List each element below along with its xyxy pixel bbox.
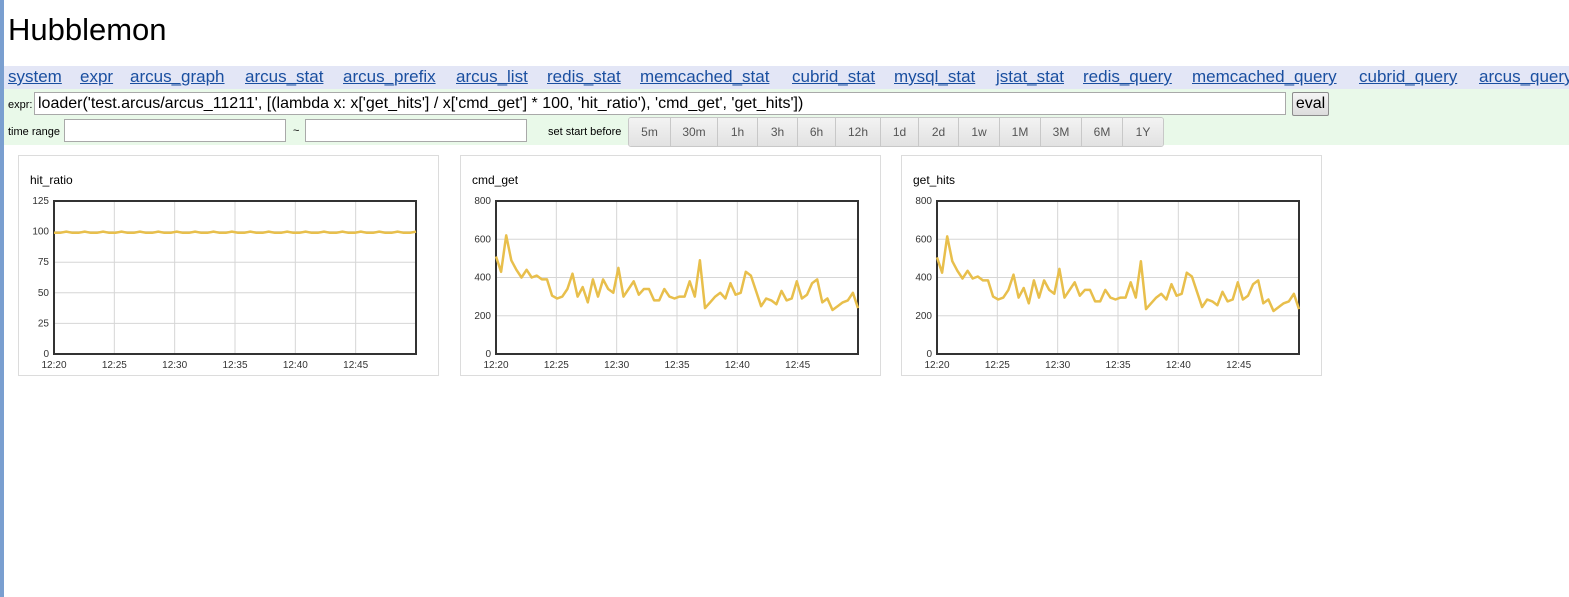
cmd-get-xtick-label: 12:20 <box>483 360 508 371</box>
range-button-1M[interactable]: 1M <box>1000 118 1041 146</box>
expr-label: expr: <box>8 99 33 111</box>
hit-ratio-xtick-label: 12:35 <box>222 360 247 371</box>
cmd-get-ytick-label: 200 <box>474 311 491 322</box>
range-button-2d[interactable]: 2d <box>919 118 959 146</box>
nav-link-arcus-prefix[interactable]: arcus_prefix <box>343 67 436 87</box>
range-button-1h[interactable]: 1h <box>718 118 758 146</box>
hit-ratio-chart: hit_ratio 0 25 50 75 100 125 12:20 12:25 12:30 12:… <box>30 173 417 371</box>
app-title: Hubblemon <box>8 12 167 47</box>
hit-ratio-ytick-label: 25 <box>38 318 50 329</box>
get-hits-ytick-label: 200 <box>915 311 932 322</box>
get-hits-xtick-label: 12:40 <box>1166 360 1191 371</box>
chart-panel-hit-ratio: hit_ratio 0 25 50 75 100 125 12:20 12:25 12:30 12:… <box>18 155 439 376</box>
range-button-group: 5m 30m 1h 3h 6h 12h 1d 2d 1w 1M 3M 6M 1Y <box>628 117 1164 147</box>
chart-panel-get-hits: get_hits 0 200 400 600 800 12:20 12:25 12:30 12:3… <box>901 155 1322 376</box>
hit-ratio-xtick-label: 12:20 <box>41 360 66 371</box>
nav-link-redis-query[interactable]: redis_query <box>1083 67 1172 87</box>
get-hits-xtick-label: 12:35 <box>1105 360 1130 371</box>
nav-link-arcus-graph[interactable]: arcus_graph <box>130 67 225 87</box>
hit-ratio-ytick-label: 0 <box>43 349 49 360</box>
chart-panel-cmd-get: cmd_get 0 200 400 600 800 12:20 12:25 12:30 12:35… <box>460 155 881 376</box>
eval-button[interactable]: eval <box>1292 92 1329 116</box>
hit-ratio-xtick-label: 12:40 <box>283 360 308 371</box>
get-hits-chart: get_hits 0 200 400 600 800 12:20 12:25 12:30 12:3… <box>913 173 1301 371</box>
get-hits-ytick-label: 600 <box>915 234 932 245</box>
nav-link-expr[interactable]: expr <box>80 67 113 87</box>
nav-link-memcached-query[interactable]: memcached_query <box>1192 67 1337 87</box>
nav-link-jstat-stat[interactable]: jstat_stat <box>996 67 1064 87</box>
nav-link-mysql-stat[interactable]: mysql_stat <box>894 67 975 87</box>
range-button-1d[interactable]: 1d <box>881 118 919 146</box>
cmd-get-xtick-label: 12:35 <box>664 360 689 371</box>
get-hits-ytick-label: 0 <box>926 349 932 360</box>
nav-link-cubrid-query[interactable]: cubrid_query <box>1359 67 1457 87</box>
expr-input[interactable] <box>34 92 1286 115</box>
hit-ratio-ytick-label: 75 <box>38 257 50 268</box>
cmd-get-xtick-label: 12:40 <box>725 360 750 371</box>
hit-ratio-chart-title: hit_ratio <box>30 173 73 187</box>
nav-link-arcus-list[interactable]: arcus_list <box>456 67 528 87</box>
nav-link-cubrid-stat[interactable]: cubrid_stat <box>792 67 875 87</box>
hit-ratio-series-line <box>54 230 417 235</box>
get-hits-xtick-label: 12:25 <box>985 360 1010 371</box>
range-button-1Y[interactable]: 1Y <box>1123 118 1163 146</box>
range-button-1w[interactable]: 1w <box>959 118 1000 146</box>
set-start-before-label: set start before <box>548 126 622 138</box>
hit-ratio-xtick-label: 12:30 <box>162 360 187 371</box>
hit-ratio-xtick-label: 12:45 <box>343 360 368 371</box>
get-hits-chart-title: get_hits <box>913 173 955 187</box>
control-panel: expr: eval time range ~ set start before… <box>4 89 1569 147</box>
cmd-get-ytick-label: 600 <box>474 234 491 245</box>
cmd-get-xtick-label: 12:45 <box>785 360 810 371</box>
get-hits-xtick-label: 12:30 <box>1045 360 1070 371</box>
cmd-get-ytick-label: 800 <box>474 196 491 207</box>
nav-link-redis-stat[interactable]: redis_stat <box>547 67 621 87</box>
time-range-end-input[interactable] <box>305 119 527 142</box>
range-button-12h[interactable]: 12h <box>836 118 881 146</box>
range-button-5m[interactable]: 5m <box>629 118 671 146</box>
cmd-get-chart-title: cmd_get <box>472 173 519 187</box>
cmd-get-ytick-label: 400 <box>474 273 491 284</box>
nav-bar: system expr arcus_graph arcus_stat arcus… <box>4 66 1569 89</box>
range-button-6M[interactable]: 6M <box>1082 118 1123 146</box>
time-range-separator: ~ <box>293 125 300 137</box>
hit-ratio-ytick-label: 100 <box>32 227 49 238</box>
nav-link-arcus-stat[interactable]: arcus_stat <box>245 67 323 87</box>
get-hits-ytick-label: 800 <box>915 196 932 207</box>
hit-ratio-xtick-label: 12:25 <box>102 360 127 371</box>
get-hits-ytick-label: 400 <box>915 273 932 284</box>
cmd-get-ytick-label: 0 <box>485 349 491 360</box>
cmd-get-xtick-label: 12:30 <box>604 360 629 371</box>
nav-link-system[interactable]: system <box>8 67 62 87</box>
range-button-3h[interactable]: 3h <box>758 118 798 146</box>
cmd-get-xtick-label: 12:25 <box>544 360 569 371</box>
time-range-start-input[interactable] <box>64 119 286 142</box>
range-button-3M[interactable]: 3M <box>1041 118 1082 146</box>
time-range-label: time range <box>8 126 60 138</box>
nav-link-memcached-stat[interactable]: memcached_stat <box>640 67 769 87</box>
get-hits-xtick-label: 12:45 <box>1226 360 1251 371</box>
get-hits-xtick-label: 12:20 <box>924 360 949 371</box>
hit-ratio-ytick-label: 125 <box>32 196 49 207</box>
range-button-6h[interactable]: 6h <box>798 118 836 146</box>
hit-ratio-ytick-label: 50 <box>38 288 50 299</box>
range-button-30m[interactable]: 30m <box>671 118 718 146</box>
cmd-get-chart: cmd_get 0 200 400 600 800 12:20 12:25 12:30 12:35… <box>472 173 860 371</box>
nav-link-arcus-query[interactable]: arcus_query <box>1479 67 1569 87</box>
